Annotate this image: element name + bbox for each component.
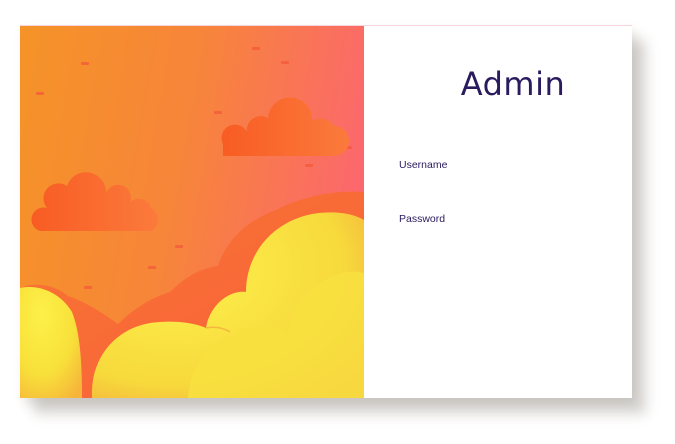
username-field: Username xyxy=(399,159,599,187)
page-title: Admin xyxy=(460,65,566,103)
password-field: Password xyxy=(399,213,599,241)
cloud-icon xyxy=(221,97,349,156)
cloud-icon xyxy=(31,172,158,231)
cloud-illustration-svg xyxy=(20,47,364,398)
login-screen: Admin Username Password xyxy=(0,0,675,444)
sunset-cloud-illustration xyxy=(20,26,364,398)
password-input[interactable] xyxy=(399,227,599,241)
login-panel: Admin Username Password xyxy=(364,26,632,398)
login-card: Admin Username Password xyxy=(20,25,632,398)
password-label: Password xyxy=(399,213,446,225)
username-input[interactable] xyxy=(399,173,599,187)
username-label: Username xyxy=(399,159,448,171)
